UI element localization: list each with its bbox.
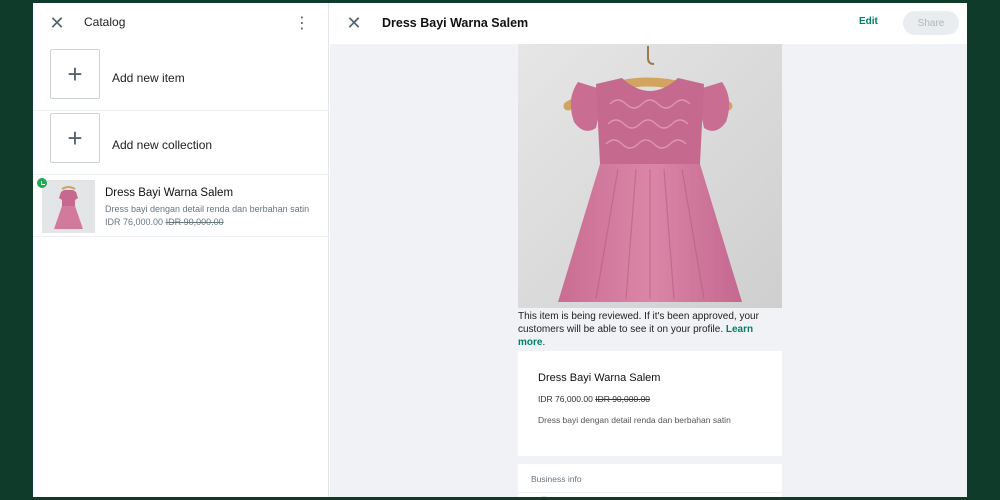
share-button[interactable]: Share [903,11,959,35]
catalog-panel: ✕ Catalog ⋮ + Add new item + Add new col… [33,3,329,497]
item-sale-price: IDR 76,000.00 [105,217,164,227]
product-price: IDR 76,000.00 IDR 90,000.00 [538,394,650,404]
close-icon[interactable]: ✕ [47,13,67,33]
clock-icon [37,178,47,188]
add-new-collection-label: Add new collection [112,138,213,152]
catalog-title: Catalog [84,15,126,29]
product-image [518,44,782,308]
detail-header: ✕ Dress Bayi Warna Salem Edit Share [330,3,967,44]
item-thumbnail [42,180,95,233]
item-original-price: IDR 90,000.00 [165,217,224,227]
item-price: IDR 76,000.00 IDR 90,000.00 [105,217,224,227]
plus-icon: + [50,49,100,99]
product-original-price: IDR 90,000.00 [595,394,651,404]
edit-button[interactable]: Edit [859,16,878,27]
review-notice-text: This item is being reviewed. If it's bee… [518,311,759,335]
whatsapp-business-window: ✕ Catalog ⋮ + Add new item + Add new col… [33,3,967,497]
add-new-item-button[interactable]: + Add new item [33,47,329,111]
item-detail-panel: ✕ Dress Bayi Warna Salem Edit Share This… [330,3,967,497]
product-description: Dress bayi dengan detail renda dan berba… [538,415,731,425]
catalog-header: ✕ Catalog ⋮ [33,3,329,43]
add-new-collection-button[interactable]: + Add new collection [33,111,329,175]
item-description: Dress bayi dengan detail renda dan berba… [105,204,310,214]
product-info-card: Dress Bayi Warna Salem IDR 76,000.00 IDR… [518,351,782,456]
business-info-card: Business info [518,464,782,497]
more-vertical-icon[interactable]: ⋮ [294,13,310,33]
product-name: Dress Bayi Warna Salem [538,372,661,384]
close-icon[interactable]: ✕ [344,13,364,33]
avatar [534,496,554,497]
catalog-item[interactable]: Dress Bayi Warna Salem Dress bayi dengan… [33,175,329,237]
dress-thumbnail-image [42,180,95,233]
business-info-label: Business info [531,474,582,484]
plus-icon: + [50,113,100,163]
product-sale-price: IDR 76,000.00 [538,394,593,404]
dress-photo [518,44,782,308]
add-new-item-label: Add new item [112,71,185,85]
item-name: Dress Bayi Warna Salem [105,187,234,199]
detail-title: Dress Bayi Warna Salem [382,16,529,30]
review-notice-end: . [542,337,546,348]
review-notice: This item is being reviewed. If it's bee… [518,310,782,349]
divider [518,492,782,493]
